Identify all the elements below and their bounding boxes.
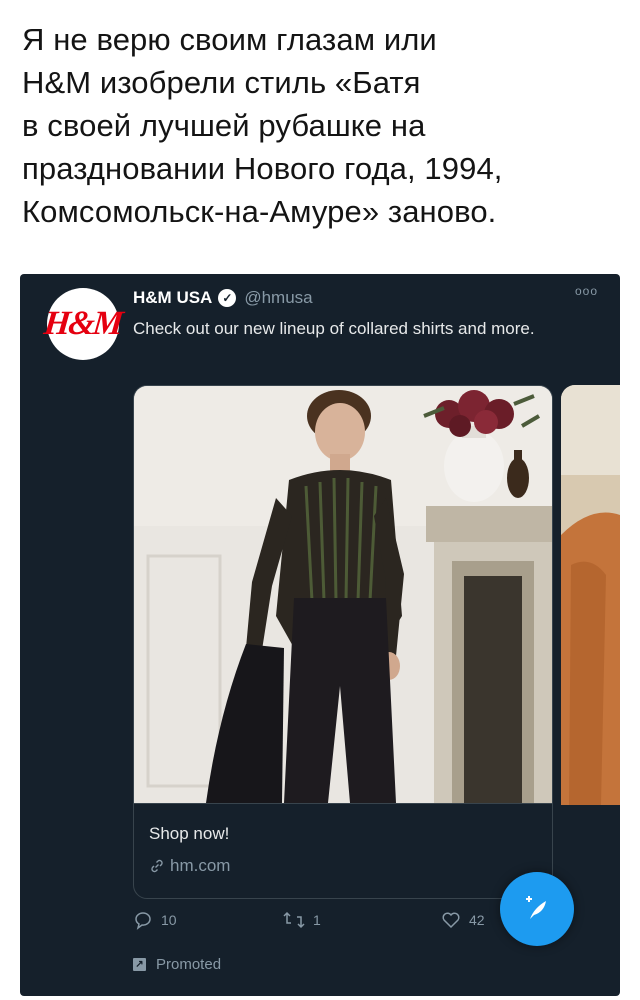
reply-count: 10 xyxy=(161,912,177,928)
caption-line: H&M изобрели стиль «Батя xyxy=(22,65,421,100)
retweet-icon xyxy=(283,911,305,929)
card-image[interactable] xyxy=(134,386,552,803)
compose-feather-icon xyxy=(526,896,546,919)
reply-action[interactable]: 10 xyxy=(133,910,177,930)
like-count: 42 xyxy=(469,912,485,928)
more-options-icon[interactable]: ooo xyxy=(575,284,598,298)
caption-line: Я не верю своим глазам или xyxy=(22,22,437,57)
shop-now-label[interactable]: Shop now! xyxy=(149,824,229,844)
card-meta[interactable]: Shop now! hm.com xyxy=(134,803,552,898)
tweet-text: Check out our new lineup of collared shi… xyxy=(133,319,535,338)
avatar[interactable]: H&M xyxy=(43,288,124,360)
next-card-peek[interactable] xyxy=(561,385,620,805)
card-domain[interactable]: hm.com xyxy=(149,856,230,876)
reply-icon xyxy=(135,912,151,930)
tweet-header: H&M USA ✓ @hmusa xyxy=(133,286,313,310)
model-photo xyxy=(134,386,552,803)
tweet-screenshot: H&M H&M USA ✓ @hmusa ooo Check out our n… xyxy=(20,274,620,996)
promoted-text: Promoted xyxy=(156,956,222,973)
retweet-action[interactable]: 1 xyxy=(283,910,321,930)
heart-icon xyxy=(442,912,460,929)
link-icon xyxy=(151,859,163,873)
caption-line: праздновании Нового года, 1994, xyxy=(22,151,503,186)
retweet-count: 1 xyxy=(313,912,321,928)
compose-tweet-button[interactable] xyxy=(500,872,574,946)
like-action[interactable]: 42 xyxy=(441,910,485,930)
caption-line: Комсомольск-на-Амуре» заново. xyxy=(22,194,497,229)
caption-line: в своей лучшей рубашке на xyxy=(22,108,426,143)
account-name[interactable]: H&M USA xyxy=(133,288,212,308)
promoted-icon: ↗ xyxy=(133,958,146,971)
link-card[interactable]: Shop now! hm.com xyxy=(133,385,553,899)
promoted-label[interactable]: ↗ Promoted xyxy=(133,956,221,973)
hm-logo: H&M xyxy=(42,305,124,342)
domain-text: hm.com xyxy=(170,856,231,875)
next-card-image xyxy=(561,385,620,805)
account-handle[interactable]: @hmusa xyxy=(244,288,312,308)
verified-badge-icon: ✓ xyxy=(218,289,237,307)
post-caption: Я не верю своим глазам или H&M изобрели … xyxy=(22,18,622,233)
